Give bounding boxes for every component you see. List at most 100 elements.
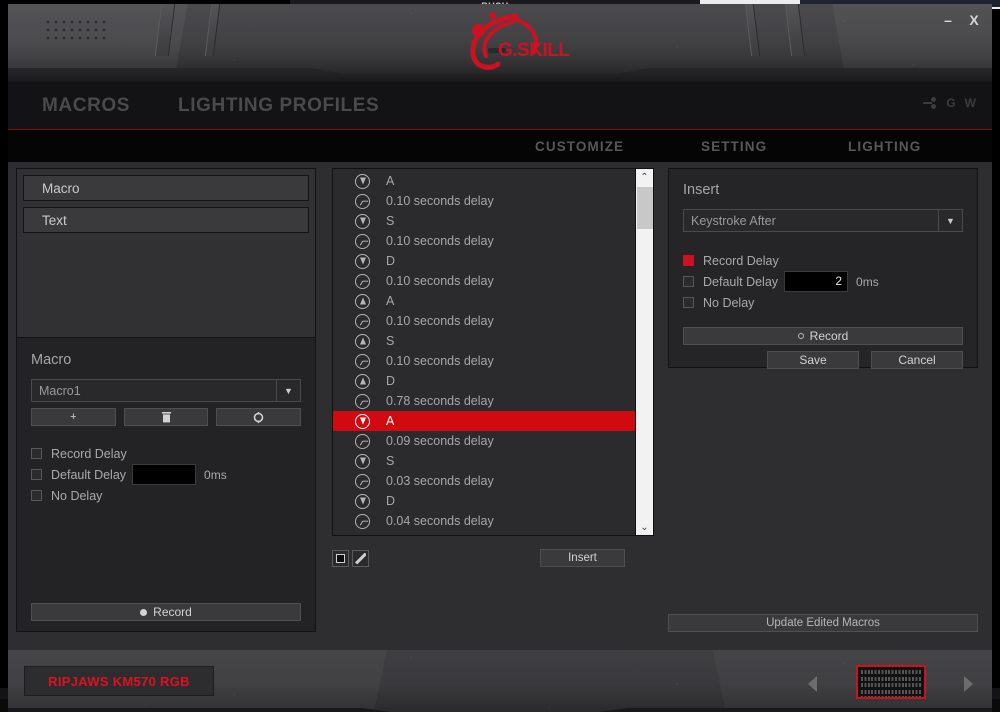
- scroll-up-arrow-icon[interactable]: ⌃: [636, 169, 653, 185]
- macro-step-label: 0.09 seconds delay: [386, 434, 494, 448]
- key-release-icon: [355, 294, 370, 309]
- scroll-down-arrow-icon[interactable]: ⌄: [636, 519, 653, 535]
- insert-delay-options: Record Delay Default Delay 2 0ms No Dela…: [683, 250, 963, 313]
- delete-macro-button[interactable]: [124, 408, 209, 426]
- macro-step-row[interactable]: 0.10 seconds delay: [333, 351, 635, 371]
- w-icon[interactable]: W: [965, 96, 976, 110]
- scrollbar-thumb[interactable]: [637, 187, 653, 229]
- insert-default-delay-row[interactable]: Default Delay 2 0ms: [683, 271, 963, 292]
- key-press-icon: [355, 214, 370, 229]
- macro-step-row[interactable]: D: [333, 491, 635, 511]
- macro-step-row[interactable]: A: [333, 411, 635, 431]
- gskill-logo: G.SKILL: [454, 10, 584, 72]
- macro-step-row[interactable]: S: [333, 451, 635, 471]
- tab-customize[interactable]: CUSTOMIZE: [535, 139, 624, 154]
- insert-record-delay-checkbox[interactable]: [683, 255, 694, 266]
- macro-step-row[interactable]: D: [333, 371, 635, 391]
- macro-step-row[interactable]: 0.10 seconds delay: [333, 311, 635, 331]
- default-delay-input[interactable]: [132, 464, 196, 485]
- macro-step-list[interactable]: A0.10 seconds delayS0.10 seconds delayD0…: [333, 169, 635, 535]
- key-press-icon: [355, 174, 370, 189]
- insert-delay-input[interactable]: 2: [784, 271, 848, 292]
- macro-step-row[interactable]: 0.09 seconds delay: [333, 431, 635, 451]
- type-item-macro[interactable]: Macro: [23, 175, 309, 201]
- nav-tab-lighting-profiles[interactable]: LIGHTING PROFILES: [170, 95, 387, 117]
- insert-record-button[interactable]: Record: [683, 327, 963, 345]
- minimize-button[interactable]: –: [940, 12, 956, 28]
- insert-record-delay-row[interactable]: Record Delay: [683, 250, 963, 271]
- record-delay-row[interactable]: Record Delay: [31, 443, 301, 464]
- macro-select-dropdown[interactable]: Macro1 ▼: [31, 379, 301, 402]
- share-icon[interactable]: [923, 97, 937, 109]
- device-name-label[interactable]: RIPJAWS KM570 RGB: [24, 666, 214, 696]
- macro-step-row[interactable]: D: [333, 251, 635, 271]
- insert-delay-unit: 0ms: [856, 275, 879, 289]
- macro-step-label: 0.04 seconds delay: [386, 514, 494, 528]
- type-item-text[interactable]: Text: [23, 207, 309, 233]
- macro-list-scrollbar[interactable]: ⌃ ⌄: [635, 169, 653, 535]
- macro-step-row[interactable]: S: [333, 331, 635, 351]
- insert-button[interactable]: Insert: [540, 549, 625, 567]
- insert-no-delay-label: No Delay: [703, 296, 754, 310]
- chevron-down-icon: ▼: [276, 380, 300, 401]
- titlebar-groove: [205, 4, 220, 56]
- insert-default-delay-checkbox[interactable]: [683, 276, 694, 287]
- record-macro-button[interactable]: Record: [31, 603, 301, 621]
- no-delay-checkbox[interactable]: [31, 490, 42, 501]
- macro-step-row[interactable]: A: [333, 171, 635, 191]
- no-delay-row[interactable]: No Delay: [31, 485, 301, 506]
- macro-step-label: 0.10 seconds delay: [386, 274, 494, 288]
- delete-row-icon[interactable]: [332, 550, 349, 567]
- macro-step-row[interactable]: 0.78 seconds delay: [333, 391, 635, 411]
- insert-mode-value: Keystroke After: [684, 214, 938, 228]
- macro-section-title: Macro: [31, 352, 301, 368]
- key-press-icon: [355, 454, 370, 469]
- insert-settings-panel: Insert Keystroke After ▼ Record Delay De…: [668, 168, 978, 368]
- nav-tab-macros[interactable]: MACROS: [34, 95, 138, 117]
- macro-action-buttons: +: [31, 408, 301, 426]
- tab-lighting[interactable]: LIGHTING: [848, 139, 921, 154]
- default-delay-checkbox[interactable]: [31, 469, 42, 480]
- right-panel: Insert Keystroke After ▼ Record Delay De…: [668, 168, 978, 632]
- macro-step-row[interactable]: 0.04 seconds delay: [333, 511, 635, 531]
- macro-step-label: A: [386, 294, 394, 308]
- tab-setting[interactable]: SETTING: [701, 139, 767, 154]
- save-button[interactable]: Save: [767, 351, 859, 369]
- previous-device-arrow-icon[interactable]: [808, 676, 817, 692]
- window-controls: – X: [940, 12, 982, 28]
- main-content-area: Macro Text Macro Macro1 ▼ +: [8, 162, 992, 650]
- macro-step-label: S: [386, 214, 394, 228]
- macro-step-row[interactable]: 0.10 seconds delay: [333, 271, 635, 291]
- macro-list-toolbar: Insert: [332, 548, 654, 568]
- macro-step-row[interactable]: 0.03 seconds delay: [333, 471, 635, 491]
- default-delay-label: Default Delay: [51, 468, 126, 482]
- insert-no-delay-row[interactable]: No Delay: [683, 292, 963, 313]
- macro-step-row[interactable]: S: [333, 211, 635, 231]
- title-bar: G.SKILL – X: [8, 4, 992, 82]
- macro-step-row[interactable]: A: [333, 291, 635, 311]
- macro-settings-button[interactable]: [216, 408, 301, 426]
- record-delay-checkbox[interactable]: [31, 448, 42, 459]
- clock-icon: [355, 434, 370, 449]
- macro-step-row[interactable]: 0.10 seconds delay: [333, 231, 635, 251]
- macro-step-label: 0.10 seconds delay: [386, 194, 494, 208]
- add-macro-button[interactable]: +: [31, 408, 116, 426]
- default-delay-unit: 0ms: [204, 468, 227, 482]
- delete-row-glyph: [336, 554, 345, 563]
- update-edited-macros-button[interactable]: Update Edited Macros: [668, 614, 978, 632]
- close-button[interactable]: X: [966, 12, 982, 28]
- macro-step-label: A: [386, 174, 394, 188]
- next-device-arrow-icon[interactable]: [964, 676, 973, 692]
- plus-icon: +: [70, 411, 76, 423]
- insert-no-delay-checkbox[interactable]: [683, 297, 694, 308]
- default-delay-row[interactable]: Default Delay 0ms: [31, 464, 301, 485]
- key-press-icon: [355, 254, 370, 269]
- insert-mode-dropdown[interactable]: Keystroke After ▼: [683, 209, 963, 232]
- device-selector-bar: RIPJAWS KM570 RGB: [8, 650, 992, 712]
- keyboard-thumbnail[interactable]: [856, 665, 926, 699]
- cancel-button[interactable]: Cancel: [871, 351, 963, 369]
- edit-row-icon[interactable]: [352, 550, 369, 567]
- macro-step-row[interactable]: 0.10 seconds delay: [333, 191, 635, 211]
- vent-pattern-icon: [44, 18, 106, 40]
- g-icon[interactable]: G: [946, 96, 955, 110]
